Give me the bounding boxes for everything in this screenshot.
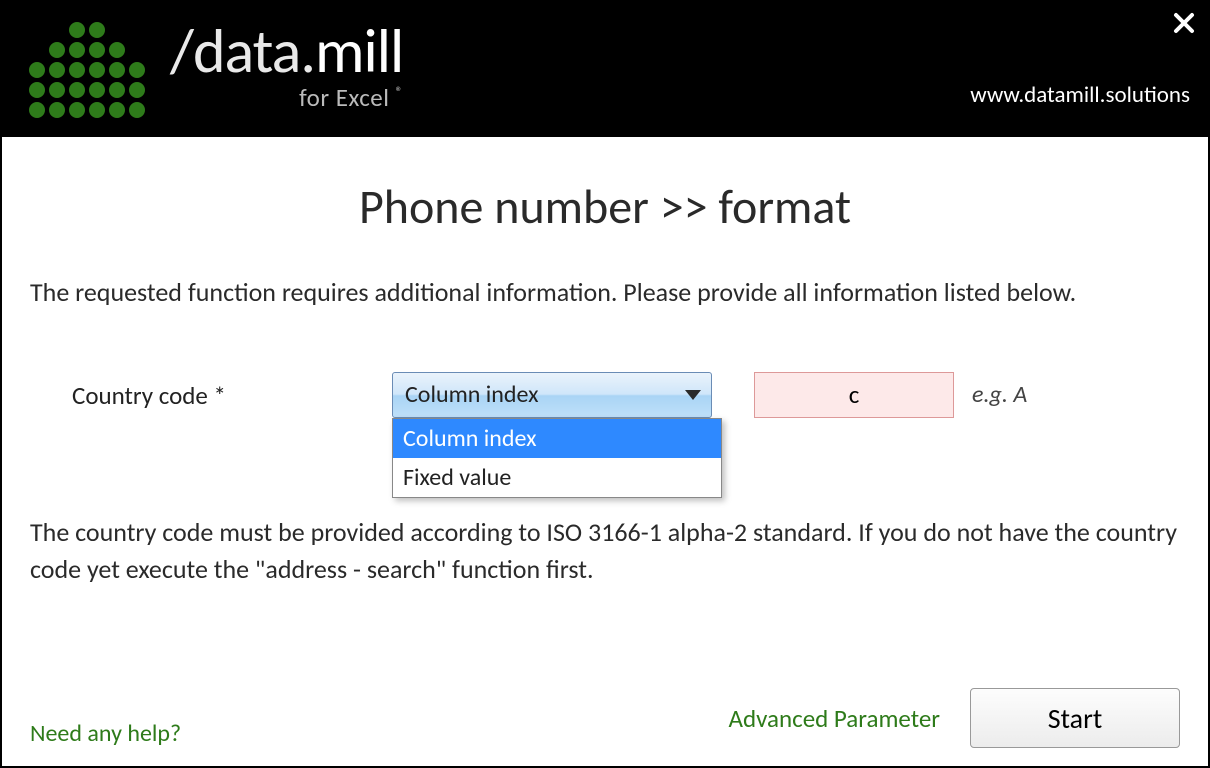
source-type-dropdown-wrap: Column index Column index Fixed value xyxy=(392,372,712,418)
start-button[interactable]: Start xyxy=(970,688,1180,748)
logo-subtitle: for Excel xyxy=(299,82,389,113)
dialog-body: Phone number >> format The requested fun… xyxy=(2,137,1208,589)
logo-dot-grid-icon xyxy=(29,22,145,118)
input-hint: e.g. A xyxy=(972,372,1027,409)
header-bar: /data.mill for Excel ® www.datamill.solu… xyxy=(2,2,1208,137)
column-index-input[interactable] xyxy=(754,372,954,418)
dropdown-option-fixed-value[interactable]: Fixed value xyxy=(393,458,721,497)
country-code-row: Country code * Column index Column index… xyxy=(72,372,1180,418)
logo-bold: mill xyxy=(315,13,403,89)
advanced-parameter-link[interactable]: Advanced Parameter xyxy=(729,703,941,734)
dialog-footer: Need any help? Advanced Parameter Start xyxy=(30,688,1180,748)
chevron-down-icon xyxy=(685,390,701,400)
logo-prefix: /data. xyxy=(170,13,315,89)
logo-text: /data.mill for Excel ® xyxy=(170,20,403,113)
country-code-help-text: The country code must be provided accord… xyxy=(30,514,1180,589)
dialog-window: /data.mill for Excel ® www.datamill.solu… xyxy=(0,0,1210,768)
page-title: Phone number >> format xyxy=(30,177,1180,236)
country-code-label: Country code * xyxy=(72,372,392,411)
close-icon xyxy=(1172,11,1196,35)
source-type-dropdown[interactable]: Column index xyxy=(392,372,712,418)
intro-text: The requested function requires addition… xyxy=(30,274,1180,312)
dropdown-option-list: Column index Fixed value xyxy=(392,418,722,498)
dropdown-option-column-index[interactable]: Column index xyxy=(393,419,721,458)
help-link[interactable]: Need any help? xyxy=(30,719,181,748)
dropdown-selected-value: Column index xyxy=(405,380,538,409)
registered-mark: ® xyxy=(396,84,404,101)
close-button[interactable] xyxy=(1160,2,1208,44)
website-link[interactable]: www.datamill.solutions xyxy=(970,81,1190,109)
